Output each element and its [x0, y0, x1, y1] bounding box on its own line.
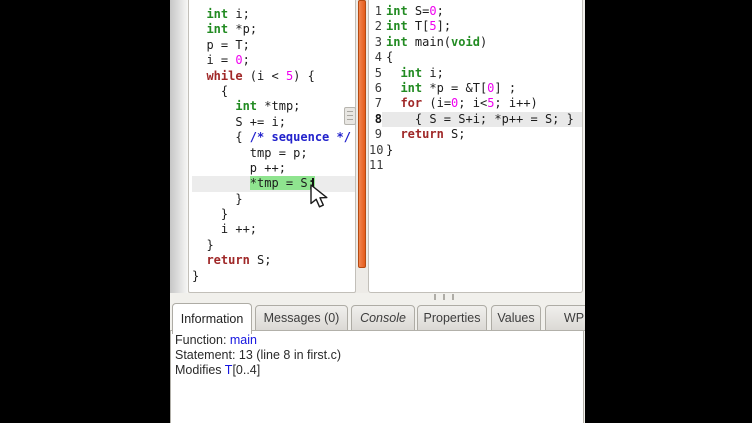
code-line[interactable]: {	[192, 84, 355, 99]
code-line[interactable]: return S;	[192, 253, 355, 268]
code-line[interactable]: 3int main(void)	[369, 35, 582, 50]
function-name-link[interactable]: main	[230, 333, 257, 347]
code-line[interactable]: 5 int i;	[369, 66, 582, 81]
code-line[interactable]: 11	[369, 158, 582, 173]
line-number: 1	[369, 4, 382, 19]
line-number: 6	[369, 81, 382, 96]
line-number: 2	[369, 19, 382, 34]
tab-values[interactable]: Values	[491, 305, 541, 331]
frama-c-window: int i; int *p; p = T; i = 0; while (i < …	[170, 0, 585, 423]
code-line[interactable]: S += i;	[192, 115, 355, 130]
statement-info: Statement: 13 (line 8 in first.c)	[175, 348, 579, 363]
modifies-range: [0..4]	[232, 363, 260, 377]
line-number: 8	[369, 112, 382, 127]
mouse-cursor-icon	[310, 184, 332, 210]
line-number: 4	[369, 50, 382, 65]
left-pane-gutter	[170, 0, 188, 293]
source-code-panel[interactable]: 1int S=0;2int T[5];3int main(void)4{5 in…	[368, 0, 583, 293]
line-number: 3	[369, 35, 382, 50]
code-line[interactable]: { /* sequence */	[192, 130, 355, 145]
horizontal-splitter-grip[interactable]	[434, 294, 458, 300]
tab-wp[interactable]: WP	[545, 305, 585, 331]
modifies-label: Modifies	[175, 363, 225, 377]
code-line[interactable]: int i;	[192, 7, 355, 22]
normalized-code-panel[interactable]: int i; int *p; p = T; i = 0; while (i < …	[188, 0, 356, 293]
bottom-tab-bar: InformationMessages (0)ConsoleProperties…	[170, 303, 585, 331]
code-line[interactable]: i = 0;	[192, 53, 355, 68]
code-line[interactable]: 6 int *p = &T[0] ;	[369, 81, 582, 96]
code-line[interactable]: 4{	[369, 50, 582, 65]
function-info: Function: main	[175, 333, 579, 348]
tab-information[interactable]: Information	[172, 303, 252, 334]
code-line[interactable]: }	[192, 238, 355, 253]
line-number: 9	[369, 127, 382, 142]
code-line[interactable]: 8 { S = S+i; *p++ = S; }	[369, 112, 582, 127]
information-panel: Function: main Statement: 13 (line 8 in …	[170, 330, 584, 423]
pane-splitter-grip[interactable]	[344, 107, 356, 125]
modifies-info: Modifies T[0..4]	[175, 363, 579, 378]
tab-properties[interactable]: Properties	[417, 305, 487, 331]
code-line[interactable]: 7 for (i=0; i<5; i++)	[369, 96, 582, 111]
grip-lines-icon	[347, 111, 353, 121]
scrollbar-thumb[interactable]	[358, 0, 366, 268]
code-line[interactable]: p = T;	[192, 38, 355, 53]
function-label: Function:	[175, 333, 230, 347]
code-line[interactable]: p ++;	[192, 161, 355, 176]
vertical-scrollbar[interactable]	[356, 0, 368, 293]
tab-messages-0[interactable]: Messages (0)	[255, 305, 348, 331]
code-line[interactable]: int *tmp;	[192, 99, 355, 114]
tab-console[interactable]: Console	[351, 305, 415, 331]
code-line[interactable]: }	[192, 269, 355, 284]
line-number: 5	[369, 66, 382, 81]
code-line[interactable]: 9 return S;	[369, 127, 582, 142]
code-line[interactable]: while (i < 5) {	[192, 69, 355, 84]
code-line[interactable]: i ++;	[192, 222, 355, 237]
line-number: 7	[369, 96, 382, 111]
code-line[interactable]: 10}	[369, 143, 582, 158]
code-line[interactable]: 2int T[5];	[369, 19, 582, 34]
line-number: 10	[369, 143, 382, 158]
line-number: 11	[369, 158, 382, 173]
code-line[interactable]: int *p;	[192, 22, 355, 37]
code-line[interactable]: tmp = p;	[192, 146, 355, 161]
code-line[interactable]: 1int S=0;	[369, 4, 582, 19]
